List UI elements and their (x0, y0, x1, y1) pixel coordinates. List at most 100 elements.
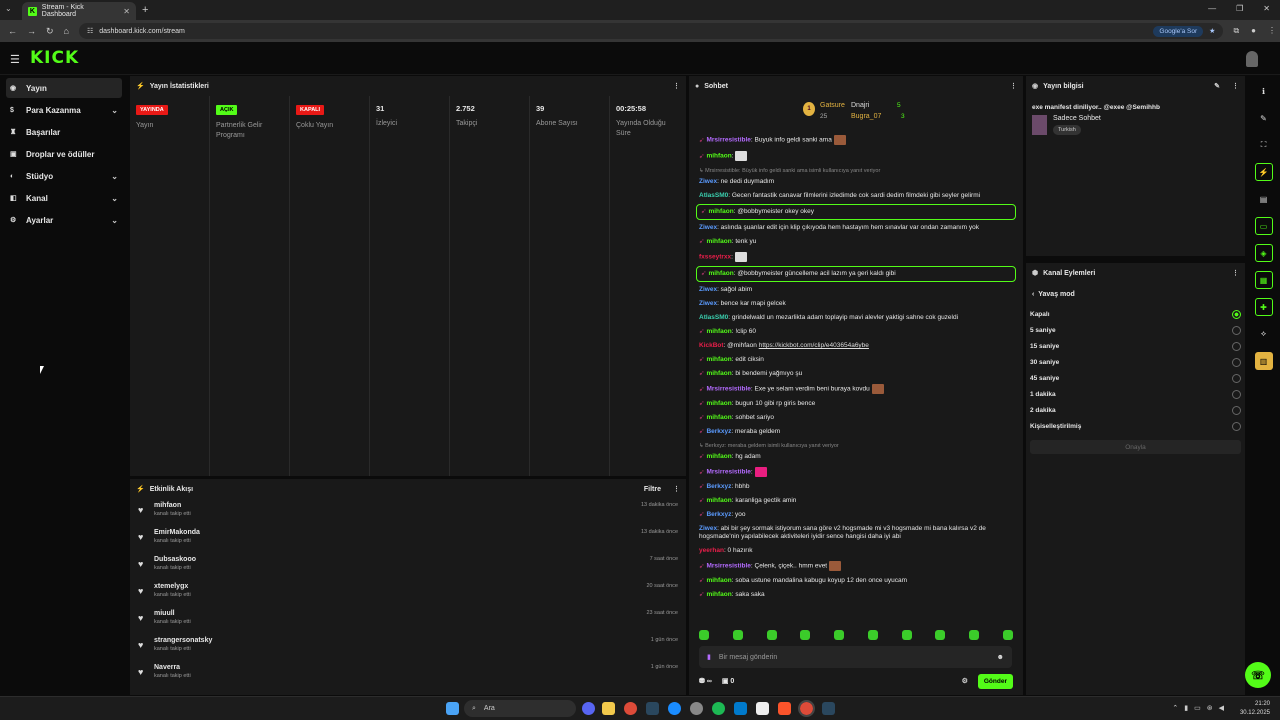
chat-username[interactable]: mihfaon (706, 591, 731, 598)
gift-icon[interactable]: ▣ 0 (722, 677, 734, 685)
chat-message[interactable]: Ziwex: aslında şuanlar edit için klip çı… (689, 221, 1023, 235)
radio-button[interactable] (1232, 341, 1241, 351)
close-tab-icon[interactable]: ✕ (123, 7, 130, 16)
chat-message[interactable]: ➹ mihfaon: bugun 10 gibi rp giris bence (689, 397, 1023, 411)
follower-name[interactable]: mihfaon (154, 499, 686, 509)
radio-button[interactable] (1232, 389, 1241, 399)
chat-icon[interactable]: ▭ (1254, 217, 1273, 235)
radio-button[interactable] (1232, 357, 1241, 367)
chat-message[interactable]: ↳ Mrsirresistible: Büyük info geldi sank… (689, 164, 1023, 175)
chat-username[interactable]: Ziwex (699, 178, 717, 185)
chat-message[interactable]: Ziwex: ne dedi duymadım (689, 175, 1023, 189)
chat-message[interactable]: ➹ mihfaon: soba ustune mandalina kabugu k… (689, 574, 1023, 588)
system-tray[interactable]: ⌃▮▭⊛◀ (1172, 704, 1230, 712)
chat-message[interactable]: ➹ Mrsirresistible: Çelenk, çiçek.. hmm ev… (689, 558, 1023, 574)
profile-icon[interactable]: ● (1251, 26, 1256, 36)
steam-icon[interactable] (646, 702, 659, 715)
leader-1-name[interactable]: Gatsure (820, 102, 845, 109)
edit-icon[interactable]: ✎ (1214, 82, 1220, 90)
activity-row[interactable]: ♥ miuull kanalı takip etti 23 saat önce (130, 607, 686, 634)
chat-message[interactable]: ➹ mihfaon: tenk yu (689, 235, 1023, 249)
chat-username[interactable]: Berkxyz (706, 511, 731, 518)
hamburger-menu-icon[interactable]: ☰ (10, 53, 20, 66)
taskbar-search[interactable]: ⌕ Ara (464, 700, 576, 717)
chat-message[interactable]: ➹ Berkxyz: hbhb (689, 480, 1023, 494)
chat-username[interactable]: Berkxyz (706, 483, 731, 490)
chat-message[interactable]: AtlasSM0: Gecen fantastik canavar filmle… (689, 189, 1023, 203)
chat-username[interactable]: Mrsirresistible (706, 563, 750, 570)
radio-button[interactable] (1232, 405, 1241, 415)
spotify-icon[interactable] (712, 702, 725, 715)
apply-button[interactable]: Onayla (1030, 440, 1241, 454)
slow-mode-option[interactable]: Kişiselleştirilmiş (1026, 418, 1245, 434)
chat-message[interactable]: ➹ mihfaon: karanliga gectik amin (689, 494, 1023, 508)
chevron-down-icon[interactable]: ⌄ (111, 194, 118, 203)
sidebar-item[interactable]: ◧ Kanal ⌄ (6, 188, 122, 208)
home-icon[interactable]: ⌂ (64, 26, 69, 37)
chat-username[interactable]: mihfaon (706, 153, 731, 160)
info-icon[interactable]: ℹ (1255, 82, 1273, 100)
github-icon[interactable] (690, 702, 703, 715)
google-sor-button[interactable]: Google'a Sor (1153, 25, 1204, 37)
follower-name[interactable]: EmirMakonda (154, 526, 686, 536)
share-icon[interactable]: ⟡ (1255, 325, 1273, 343)
layout-icon[interactable]: ▦ (1254, 271, 1273, 289)
reload-icon[interactable]: ↻ (46, 26, 54, 37)
chrome-icon[interactable] (624, 702, 637, 715)
chat-message[interactable]: AtlasSM0: grindelwald un mezarlikta adam… (689, 311, 1023, 325)
radio-button[interactable] (1232, 309, 1241, 319)
user-avatar[interactable] (1246, 51, 1258, 67)
slow-mode-option[interactable]: 1 dakika (1026, 386, 1245, 402)
chrome-active-icon[interactable] (798, 700, 815, 717)
chat-username[interactable]: KickBot (699, 342, 724, 349)
chat-message[interactable]: ➹ mihfaon: saka saka (689, 588, 1023, 602)
chat-username[interactable]: mihfaon (706, 453, 731, 460)
taskbar-clock[interactable]: 21:20 30.12.2025 (1240, 700, 1270, 718)
slow-mode-option[interactable]: 45 saniye (1026, 370, 1245, 386)
new-tab-icon[interactable]: + (142, 4, 148, 16)
chat-message[interactable]: ➹ mihfaon: @bobbymeister güncelleme acil … (696, 266, 1016, 282)
chat-message[interactable]: ➹ Berkxyz: meraba geldem (689, 425, 1023, 439)
chat-messages[interactable]: ➹ Mrsirresistible: Buyuk info geldi sanki… (689, 132, 1023, 624)
chat-username[interactable]: Mrsirresistible (706, 469, 750, 476)
filter-button[interactable]: Filtre (644, 486, 661, 493)
chat-message[interactable]: yeerhan: 0 hazırık (689, 544, 1023, 558)
notion-icon[interactable] (756, 702, 769, 715)
chat-username[interactable]: mihfaon (706, 400, 731, 407)
emote-button[interactable] (766, 630, 777, 640)
chevron-down-icon[interactable]: ⌄ (111, 172, 118, 181)
tab-list-icon[interactable]: ⌄ (5, 4, 12, 13)
browser-menu-icon[interactable]: ⋮ (1268, 26, 1276, 36)
chat-message-input[interactable]: ▮ Bir mesaj gönderin ☻ (699, 646, 1012, 668)
chat-username[interactable]: mihfaon (706, 414, 731, 421)
chat-message[interactable]: ➹ mihfaon: !clip 60 (689, 325, 1023, 339)
chat-username[interactable]: Berkxyz (706, 428, 731, 435)
help-chat-button[interactable]: ☏ (1245, 662, 1271, 688)
file-explorer-icon[interactable] (602, 702, 615, 715)
chat-username[interactable]: yeerhan (699, 547, 724, 554)
chat-username[interactable]: AtlasSM0 (699, 192, 728, 199)
vscode-icon[interactable] (734, 702, 747, 715)
follower-name[interactable]: xtemelygx (154, 580, 686, 590)
emote-button[interactable] (867, 630, 878, 640)
chat-settings-icon[interactable]: ⚙ (962, 677, 968, 685)
emote-button[interactable] (901, 630, 912, 640)
emote-button[interactable] (800, 630, 811, 640)
follower-name[interactable]: strangersonatsky (154, 634, 686, 644)
forward-icon[interactable]: → (27, 26, 36, 37)
chat-username[interactable]: mihfaon (706, 497, 731, 504)
sidebar-item[interactable]: ◉ Yayın (6, 78, 122, 98)
chat-username[interactable]: Ziwex (699, 525, 717, 532)
crop-icon[interactable]: ⛶ (1255, 136, 1273, 154)
chat-message[interactable]: Ziwex: sağol abim (689, 283, 1023, 297)
chat-message[interactable]: ➹ Mrsirresistible: (689, 464, 1023, 480)
chat-message[interactable]: ➹ mihfaon: (689, 148, 1023, 164)
chevron-down-icon[interactable]: ⌄ (111, 216, 118, 225)
radio-button[interactable] (1232, 421, 1241, 431)
activity-row[interactable]: ♥ strangersonatsky kanalı takip etti 1 g… (130, 634, 686, 661)
chat-menu-icon[interactable]: ⋮ (1010, 82, 1017, 90)
back-icon[interactable]: ← (8, 26, 17, 37)
emote-button[interactable] (699, 630, 709, 640)
send-button[interactable]: Gönder (977, 673, 1013, 689)
chat-message[interactable]: ➹ Berkxyz: yoo (689, 508, 1023, 522)
